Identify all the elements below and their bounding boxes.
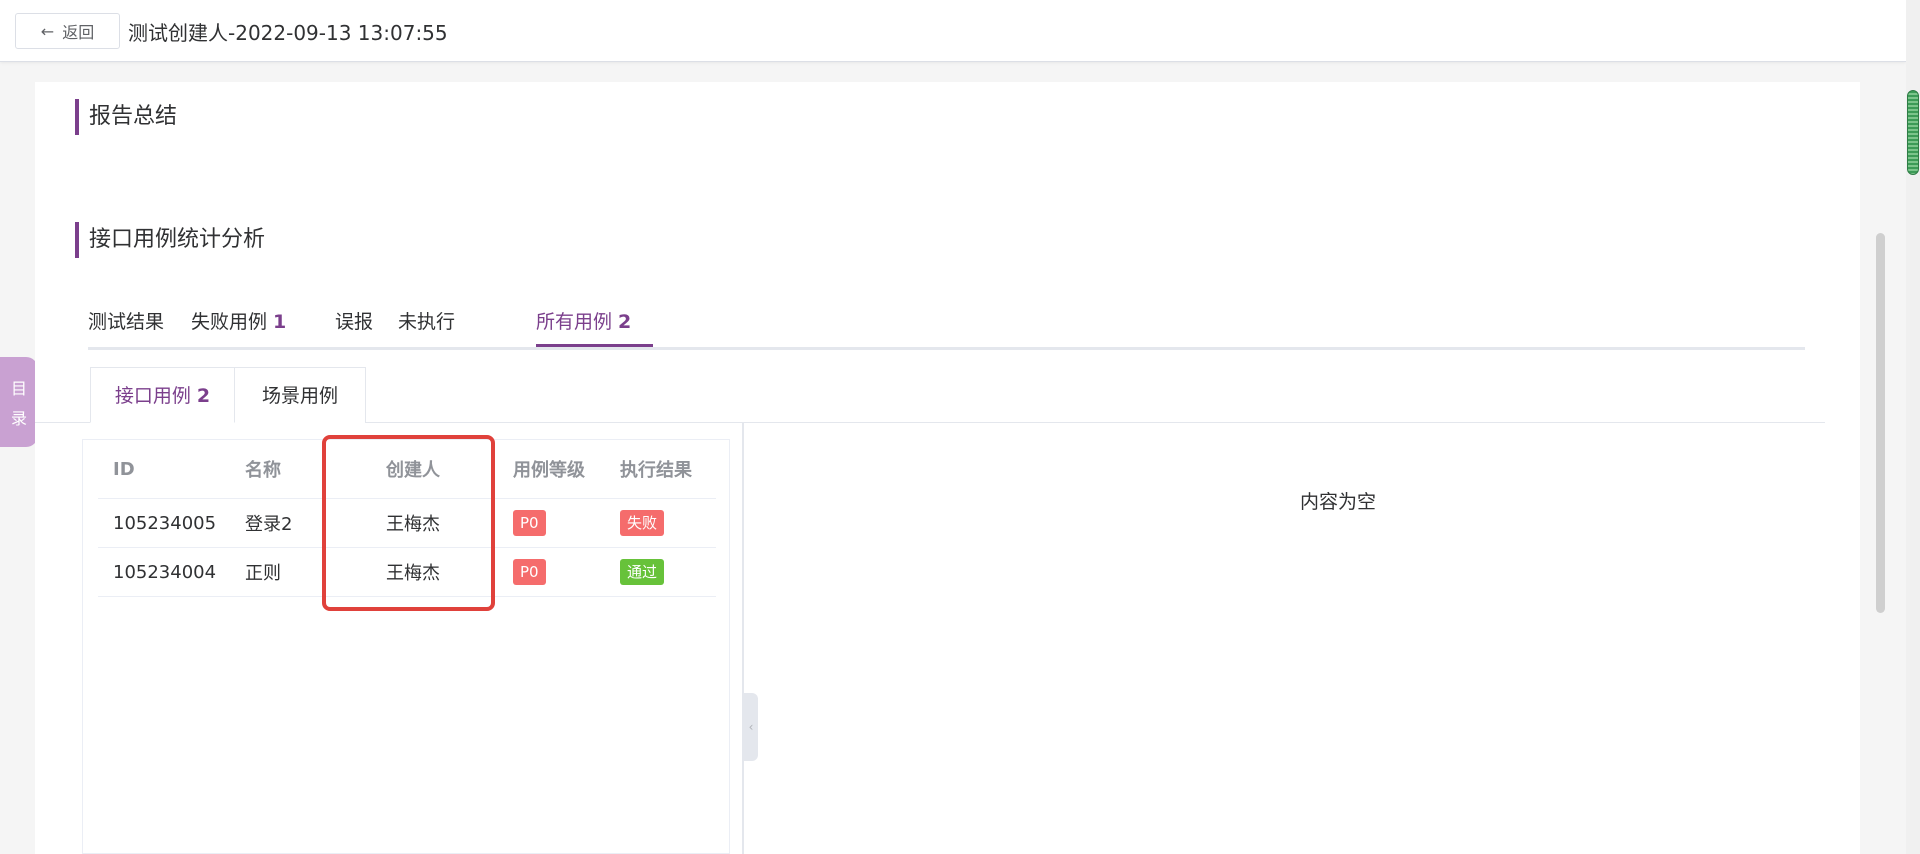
analysis-section-title: 接口用例统计分析 [75, 222, 265, 258]
empty-state-text: 内容为空 [1300, 491, 1377, 513]
tab-failed-cases[interactable]: 失败用例 1 [191, 302, 286, 347]
result-tabs: 测试结果 失败用例 1 误报 未执行 所有用例 2 [88, 302, 1805, 350]
result-badge: 失败 [620, 510, 665, 536]
cell-id: 105234004 [113, 561, 217, 583]
tab-label: 未执行 [398, 311, 456, 333]
content-scrollbar[interactable] [1876, 233, 1885, 613]
tab-count: 2 [618, 311, 632, 333]
tab-label: 所有用例 [536, 311, 613, 333]
tab-count: 2 [196, 385, 211, 407]
tab-not-executed[interactable]: 未执行 [398, 302, 455, 347]
page-title: 测试创建人-2022-09-13 13:07:55 [128, 21, 448, 45]
tab-count: 1 [273, 311, 287, 333]
page-scrollbar-thumb[interactable] [1907, 90, 1919, 175]
cell-result: 通过 [620, 548, 665, 596]
tab-label: 场景用例 [261, 385, 338, 407]
tab-all-cases[interactable]: 所有用例 2 [536, 302, 631, 347]
top-header: ← 返回 测试创建人-2022-09-13 13:07:55 [0, 0, 1906, 62]
tab-api-cases[interactable]: 接口用例 2 [90, 367, 235, 423]
tab-label: 接口用例 [114, 385, 191, 407]
panel-divider [742, 422, 744, 854]
cell-result: 失败 [620, 499, 665, 547]
toc-label-top: 目 [10, 379, 27, 398]
tab-false-positive[interactable]: 误报 [335, 302, 373, 347]
back-button[interactable]: ← 返回 [15, 13, 120, 49]
toc-toggle[interactable]: 目 录 [0, 357, 38, 447]
tab-scenario-cases[interactable]: 场景用例 [234, 367, 366, 423]
cell-name: 正则 [245, 563, 281, 584]
summary-section-title: 报告总结 [75, 99, 177, 135]
col-level[interactable]: 用例等级 [513, 440, 585, 498]
creator-highlight-box [322, 435, 495, 611]
col-id[interactable]: ID [113, 440, 135, 498]
tab-test-result[interactable]: 测试结果 [88, 302, 164, 347]
active-tab-indicator [536, 344, 653, 347]
tab-label: 失败用例 [191, 311, 268, 333]
cell-level: P0 [513, 548, 546, 596]
cell-id: 105234005 [113, 512, 217, 534]
col-result[interactable]: 执行结果 [620, 440, 692, 498]
collapse-handle[interactable]: ‹ [744, 693, 758, 761]
arrow-left-icon: ← [40, 21, 55, 41]
chevron-left-icon: ‹ [748, 720, 754, 734]
result-badge: 通过 [620, 559, 665, 585]
toc-label-bottom: 录 [10, 409, 27, 428]
back-button-label: 返回 [62, 23, 95, 42]
col-name[interactable]: 名称 [245, 440, 281, 498]
tab-label: 误报 [335, 311, 374, 333]
cell-level: P0 [513, 499, 546, 547]
level-badge: P0 [513, 510, 546, 536]
level-badge: P0 [513, 559, 546, 585]
tab-label: 测试结果 [88, 311, 165, 333]
cell-name: 登录2 [245, 514, 293, 535]
